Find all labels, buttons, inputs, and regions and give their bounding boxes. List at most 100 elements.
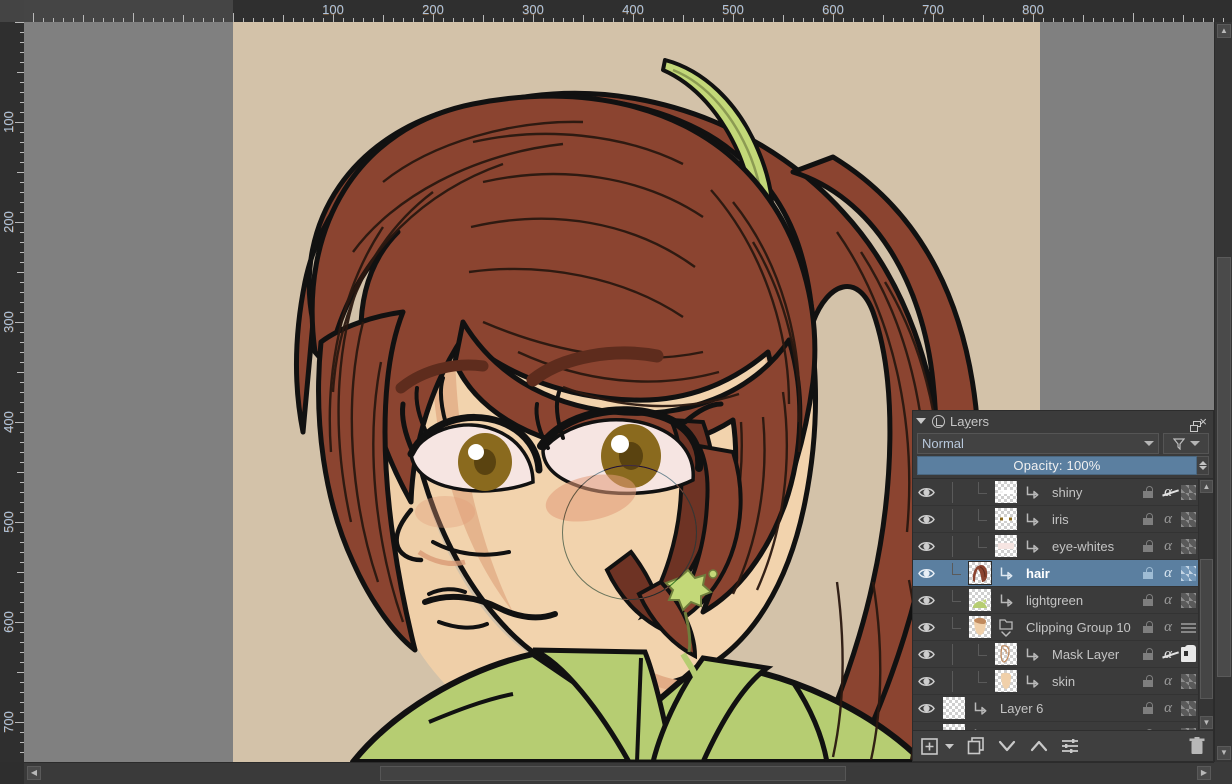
opacity-spinner[interactable]	[1197, 456, 1209, 475]
layer-visibility-eye-icon[interactable]	[913, 479, 940, 506]
layer-thumbnail[interactable]	[966, 560, 994, 587]
collapse-triangle-icon[interactable]	[916, 418, 926, 424]
layer-lock-icon[interactable]	[1138, 668, 1158, 695]
layer-thumbnail[interactable]	[940, 695, 968, 722]
layer-thumbnail[interactable]	[992, 641, 1020, 668]
layer-extra-icon[interactable]	[1178, 587, 1198, 614]
layer-name-label[interactable]: skin	[1044, 674, 1138, 689]
layer-row[interactable]: eye-whitesα	[913, 533, 1198, 560]
layer-thumbnail[interactable]	[992, 506, 1020, 533]
layer-row[interactable]: Clipping Group 10 α	[913, 614, 1198, 641]
layer-name-label[interactable]: shiny	[1044, 485, 1138, 500]
opacity-increment-icon[interactable]	[1199, 461, 1207, 465]
layer-lock-icon[interactable]	[1138, 641, 1158, 668]
layer-name-label[interactable]: Layer 6	[992, 701, 1138, 716]
layer-row[interactable]: skin α	[913, 668, 1198, 695]
layer-name-label[interactable]: Layer 1	[992, 728, 1138, 731]
layer-visibility-eye-icon[interactable]	[913, 641, 940, 668]
layer-lock-icon[interactable]	[1138, 506, 1158, 533]
layer-thumbnail[interactable]	[992, 668, 1020, 695]
layer-extra-icon[interactable]	[1178, 668, 1198, 695]
layer-lock-icon[interactable]	[1138, 533, 1158, 560]
layer-row[interactable]: iris α	[913, 506, 1198, 533]
alpha-lock-icon[interactable]: α	[1158, 533, 1178, 560]
canvas-horizontal-scrollbar[interactable]: ◀ ▶	[24, 762, 1214, 784]
filter-layers-button[interactable]	[1163, 433, 1209, 454]
layers-list-scrollbar[interactable]: ▲ ▼	[1198, 479, 1213, 730]
add-layer-button[interactable]	[921, 738, 938, 755]
layer-extra-icon[interactable]	[1178, 722, 1198, 731]
layer-visibility-eye-icon[interactable]	[913, 695, 940, 722]
layer-row[interactable]: Mask Layer α	[913, 641, 1198, 668]
horizontal-ruler[interactable]: 100200300400500600700800	[24, 0, 1232, 22]
layer-visibility-eye-icon[interactable]	[913, 533, 940, 560]
inherit-alpha-icon[interactable]	[1181, 701, 1196, 716]
layer-row[interactable]: lightgreen α	[913, 587, 1198, 614]
inherit-alpha-icon[interactable]	[1181, 539, 1196, 554]
layer-visibility-eye-icon[interactable]	[913, 722, 940, 731]
alpha-lock-icon[interactable]: α	[1158, 668, 1178, 695]
move-layer-down-button[interactable]	[997, 738, 1017, 754]
layer-lock-icon[interactable]	[1138, 560, 1158, 587]
scroll-down-arrow[interactable]: ▼	[1217, 746, 1231, 760]
horizontal-scroll-thumb[interactable]	[380, 766, 846, 781]
layers-list[interactable]: shinyαirisαeye-whitesαhairαlightgreenαCl…	[913, 479, 1198, 730]
inherit-alpha-icon[interactable]	[1181, 674, 1196, 689]
layer-visibility-eye-icon[interactable]	[913, 560, 940, 587]
layer-name-label[interactable]: Clipping Group 10	[1018, 620, 1138, 635]
alpha-lock-icon[interactable]: α	[1158, 506, 1178, 533]
opacity-slider[interactable]: Opacity: 100%	[917, 456, 1197, 475]
canvas-vertical-scrollbar[interactable]: ▲ ▼	[1214, 22, 1232, 762]
inherit-alpha-icon[interactable]	[1181, 593, 1196, 608]
layer-thumbnail[interactable]	[940, 722, 968, 731]
inherit-alpha-icon[interactable]	[1181, 512, 1196, 527]
alpha-lock-icon[interactable]: α	[1158, 722, 1178, 731]
inherit-alpha-icon[interactable]	[1181, 485, 1196, 500]
layer-extra-icon[interactable]	[1178, 479, 1198, 506]
filter-chevron-down-icon[interactable]	[1190, 441, 1200, 446]
add-layer-dropdown-icon[interactable]	[944, 741, 955, 752]
alpha-lock-icon[interactable]: α	[1158, 614, 1178, 641]
layers-scroll-thumb[interactable]	[1200, 559, 1213, 699]
layer-extra-icon[interactable]	[1178, 560, 1198, 587]
layer-extra-icon[interactable]	[1178, 614, 1198, 641]
layer-properties-button[interactable]	[1061, 738, 1079, 754]
alpha-lock-icon[interactable]: α	[1158, 560, 1178, 587]
layer-name-label[interactable]: Mask Layer	[1044, 647, 1138, 662]
layer-name-label[interactable]: lightgreen	[1018, 593, 1138, 608]
layer-name-label[interactable]: iris	[1044, 512, 1138, 527]
inherit-alpha-icon[interactable]	[1181, 566, 1196, 581]
layer-row[interactable]: Layer 6 α	[913, 695, 1198, 722]
docker-titlebar[interactable]: Layers ×	[913, 411, 1213, 431]
layer-extra-icon[interactable]	[1178, 641, 1198, 668]
duplicate-layer-button[interactable]	[967, 737, 985, 755]
layer-row[interactable]: shinyα	[913, 479, 1198, 506]
layer-extra-icon[interactable]	[1178, 506, 1198, 533]
alpha-lock-icon[interactable]: α	[1158, 641, 1178, 668]
layer-visibility-eye-icon[interactable]	[913, 506, 940, 533]
layer-visibility-eye-icon[interactable]	[913, 668, 940, 695]
delete-layer-button[interactable]	[1189, 737, 1205, 755]
layer-thumbnail[interactable]	[966, 614, 994, 641]
pass-through-icon[interactable]	[1181, 622, 1196, 633]
layer-row[interactable]: hairα	[913, 560, 1198, 587]
layers-scroll-down-arrow[interactable]: ▼	[1200, 716, 1213, 729]
vertical-ruler[interactable]: 100200300400500600700	[0, 22, 24, 762]
scroll-right-arrow[interactable]: ▶	[1197, 766, 1211, 780]
layers-scroll-up-arrow[interactable]: ▲	[1200, 480, 1213, 493]
inherit-alpha-icon[interactable]	[1181, 728, 1196, 731]
layer-lock-icon[interactable]	[1138, 614, 1158, 641]
layer-visibility-eye-icon[interactable]	[913, 587, 940, 614]
layer-thumbnail[interactable]	[992, 533, 1020, 560]
layer-thumbnail[interactable]	[992, 479, 1020, 506]
layer-thumbnail[interactable]	[966, 587, 994, 614]
scroll-up-arrow[interactable]: ▲	[1217, 24, 1231, 38]
layer-lock-icon[interactable]	[1138, 587, 1158, 614]
layer-visibility-eye-icon[interactable]	[913, 614, 940, 641]
alpha-lock-icon[interactable]: α	[1158, 587, 1178, 614]
alpha-lock-icon[interactable]: α	[1158, 695, 1178, 722]
scroll-left-arrow[interactable]: ◀	[27, 766, 41, 780]
layer-lock-icon[interactable]	[1138, 722, 1158, 731]
layer-row[interactable]: Layer 1 α	[913, 722, 1198, 730]
layer-lock-icon[interactable]	[1138, 695, 1158, 722]
